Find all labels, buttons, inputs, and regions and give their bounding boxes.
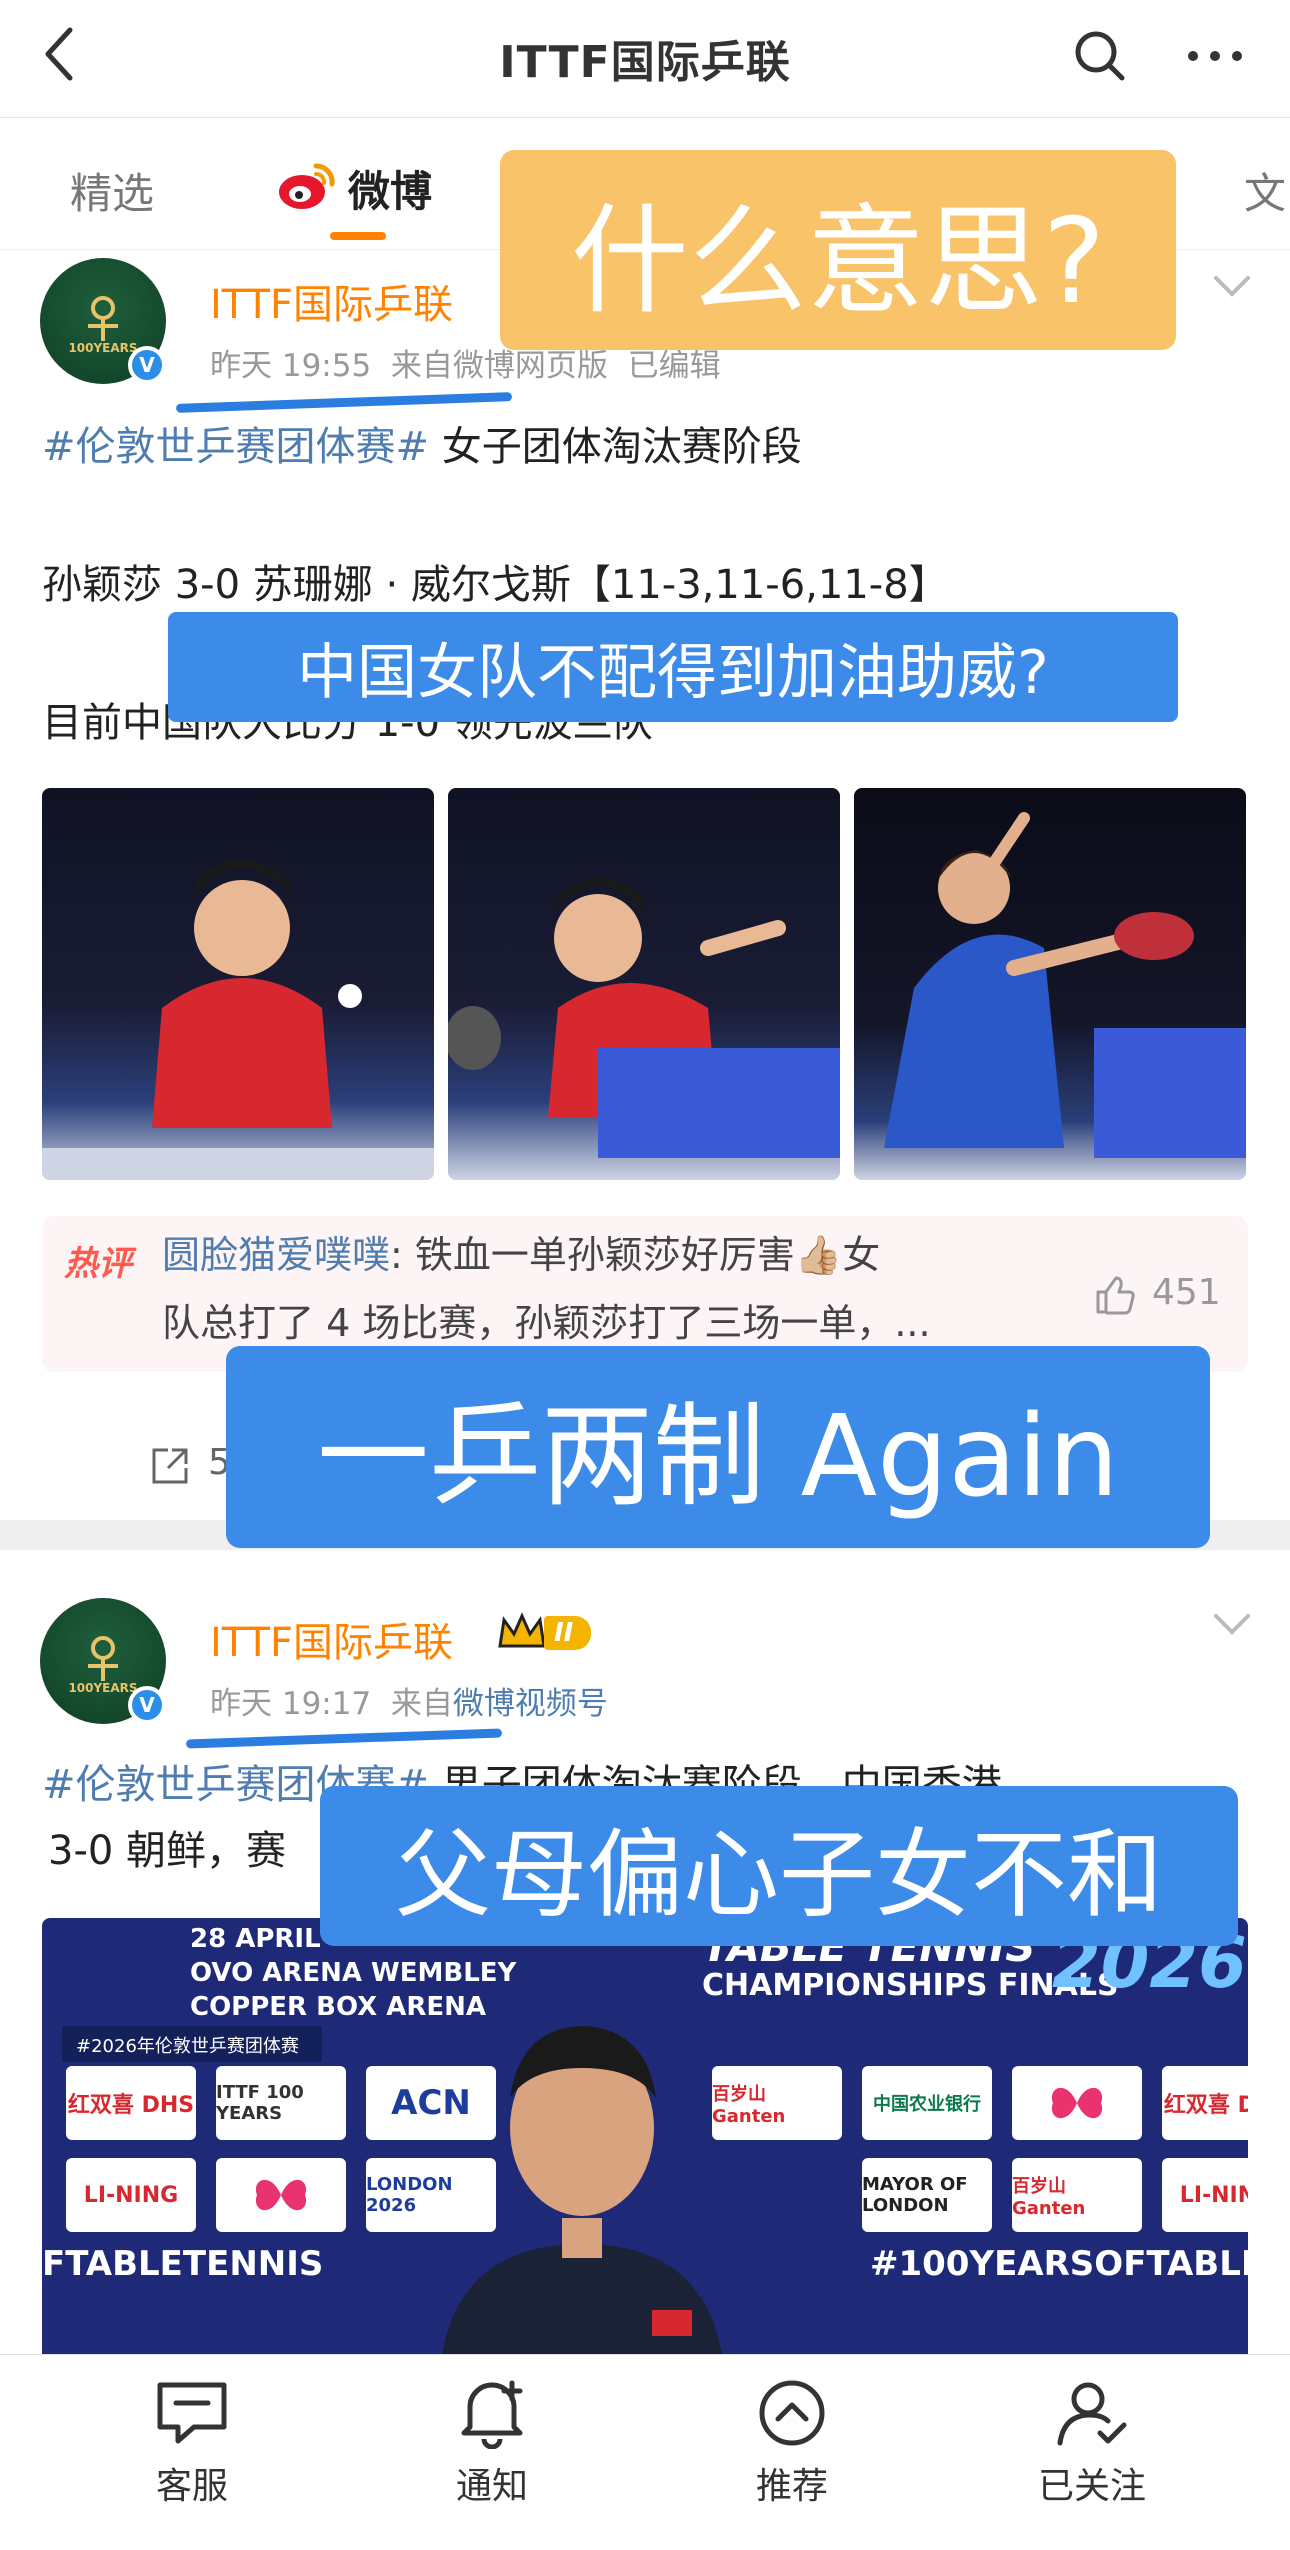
overlay-no-cheer: 中国女队不配得到加油助威? — [168, 612, 1178, 722]
thumbs-up-emoji-icon: 👍🏼 — [794, 1233, 843, 1277]
hot-comment-line-1: 圆脸猫爱噗噗: 铁血一单孙颖莎好厉害👍🏼女 — [162, 1228, 1062, 1283]
hand-drawn-underline — [175, 392, 513, 413]
post-1-photo-1[interactable] — [42, 788, 434, 1180]
post-1-topic[interactable]: #伦敦世乒赛团体赛# — [42, 424, 429, 470]
hot-comment-text-2: 女 — [842, 1233, 881, 1277]
post-1-source-prefix: 来自 — [390, 348, 453, 384]
butterfly-logo-icon — [216, 2158, 346, 2232]
tab-article[interactable]: 文 — [1244, 160, 1286, 221]
weibo-logo-icon — [276, 158, 336, 218]
post-1-text-line-2: 孙颖莎 3-0 苏珊娜 · 威尔戈斯【11-3,11-6,11-8】 — [42, 562, 949, 608]
sponsor-logo: 红双喜 DHS — [66, 2066, 196, 2140]
butterfly-logo-icon — [1012, 2066, 1142, 2140]
chevron-down-icon[interactable] — [1212, 1612, 1250, 1648]
post-2-video[interactable]: 28 APRIL OVO ARENA WEMBLEY COPPER BOX AR… — [42, 1918, 1248, 2354]
svg-text:100YEARS: 100YEARS — [68, 341, 137, 355]
hand-drawn-underline — [185, 1728, 503, 1749]
sponsor-logo: 红双喜 DHS — [1162, 2066, 1248, 2140]
post-2-username[interactable]: ITTF国际乒联 — [210, 1610, 453, 1668]
video-hashtag-left: FTABLETENNIS — [42, 2244, 324, 2284]
tab-following[interactable]: 已关注 — [992, 2377, 1192, 2509]
hot-comment-author[interactable]: 圆脸猫爱噗噗 — [162, 1233, 390, 1277]
video-date: 28 APRIL — [190, 1924, 321, 1954]
post-1-text-1: 女子团体淘汰赛阶段 — [429, 424, 802, 470]
verified-badge-icon: V — [128, 1686, 166, 1724]
chat-icon — [157, 2382, 227, 2444]
vip-level: II — [544, 1616, 592, 1650]
active-tab-indicator — [330, 232, 386, 240]
search-icon[interactable] — [1068, 24, 1132, 88]
tab-customer-service[interactable]: 客服 — [92, 2377, 292, 2509]
post-1-photo-2[interactable] — [448, 788, 840, 1180]
screen: { "header": {"title": "ITTF国际乒联", "back_… — [0, 0, 1290, 2550]
video-caption: #2026年伦敦世乒赛团体赛 — [62, 2026, 322, 2062]
post-1-text-line-1: #伦敦世乒赛团体赛# 女子团体淘汰赛阶段 — [42, 418, 1252, 476]
ittf-logo-icon: 100YEARS — [68, 296, 138, 355]
overlay-question: 什么意思? — [500, 150, 1176, 350]
sponsor-logo: 中国农业银行 — [862, 2066, 992, 2140]
post-2-avatar-wrap[interactable]: 100YEARS V — [40, 1598, 166, 1724]
post-1-avatar-wrap[interactable]: 100YEARS V — [40, 258, 166, 384]
tab-label: 通知 — [455, 2466, 528, 2507]
sponsor-logo: 百岁山 Ganten — [1012, 2158, 1142, 2232]
post-1-photo-3[interactable] — [854, 788, 1246, 1180]
overlay-parents: 父母偏心子女不和 — [320, 1786, 1238, 1946]
video-person — [422, 2018, 742, 2354]
share-icon[interactable] — [148, 1444, 192, 1492]
vip-crown-badge[interactable]: II — [496, 1612, 592, 1654]
verified-badge-icon: V — [128, 346, 166, 384]
post-2-text-line-2: 3-0 朝鲜，赛 — [48, 1828, 287, 1874]
more-dots-icon[interactable] — [1180, 26, 1250, 86]
navigation-bar: ITTF国际乒联 — [0, 0, 1290, 118]
svg-text:100YEARS: 100YEARS — [68, 1681, 137, 1695]
ittf-logo-icon: 100YEARS — [68, 1636, 138, 1695]
tab-weibo[interactable]: 微博 — [348, 158, 432, 219]
hot-comment-text-1: : 铁血一单孙颖莎好厉害 — [390, 1233, 795, 1277]
overlay-one-pingpong: 一乒两制 Again — [226, 1346, 1210, 1548]
video-hashtag: #100YEARSOFTABLE — [870, 2244, 1248, 2284]
post-2-source-prefix: 来自 — [390, 1686, 453, 1722]
sponsor-logo: LI-NING — [1162, 2158, 1248, 2232]
user-check-icon — [1057, 2382, 1127, 2446]
bottom-tab-bar: 客服 通知 推荐 已关注 — [0, 2354, 1290, 2550]
video-venue-1: OVO ARENA WEMBLEY — [190, 1958, 517, 1988]
tab-label: 客服 — [155, 2466, 228, 2507]
tab-notifications[interactable]: 通知 — [392, 2377, 592, 2509]
post-2-source[interactable]: 微博视频号 — [453, 1686, 608, 1722]
bell-add-icon — [461, 2380, 523, 2449]
tab-featured[interactable]: 精选 — [70, 160, 154, 221]
post-1-username[interactable]: ITTF国际乒联 — [210, 272, 453, 330]
tab-label: 已关注 — [1037, 2466, 1146, 2507]
sponsor-logo: ITTF 100 YEARS — [216, 2066, 346, 2140]
post-2-meta: 昨天 19:17 来自微博视频号 — [210, 1678, 608, 1723]
hot-comment-like-count: 451 — [1152, 1272, 1221, 1313]
chevron-down-icon[interactable] — [1212, 274, 1250, 310]
tab-label: 推荐 — [755, 2466, 828, 2507]
sponsor-logo: MAYOR OF LONDON — [862, 2158, 992, 2232]
post-1-edited: 已编辑 — [627, 348, 721, 384]
hot-comment-badge: 热评 — [64, 1244, 132, 1284]
sponsor-logo: LI-NING — [66, 2158, 196, 2232]
crown-icon — [498, 1612, 546, 1648]
post-1-time: 昨天 19:55 — [210, 348, 372, 384]
post-1-source[interactable]: 微博网页版 — [453, 348, 608, 384]
post-2-time: 昨天 19:17 — [210, 1686, 372, 1722]
up-arrow-circle-icon — [759, 2380, 825, 2446]
tab-recommend[interactable]: 推荐 — [692, 2377, 892, 2509]
like-thumb-icon[interactable] — [1092, 1272, 1136, 1320]
hot-comment-line-2: 队总打了 4 场比赛，孙颖莎打了三场一单，... — [162, 1301, 931, 1345]
